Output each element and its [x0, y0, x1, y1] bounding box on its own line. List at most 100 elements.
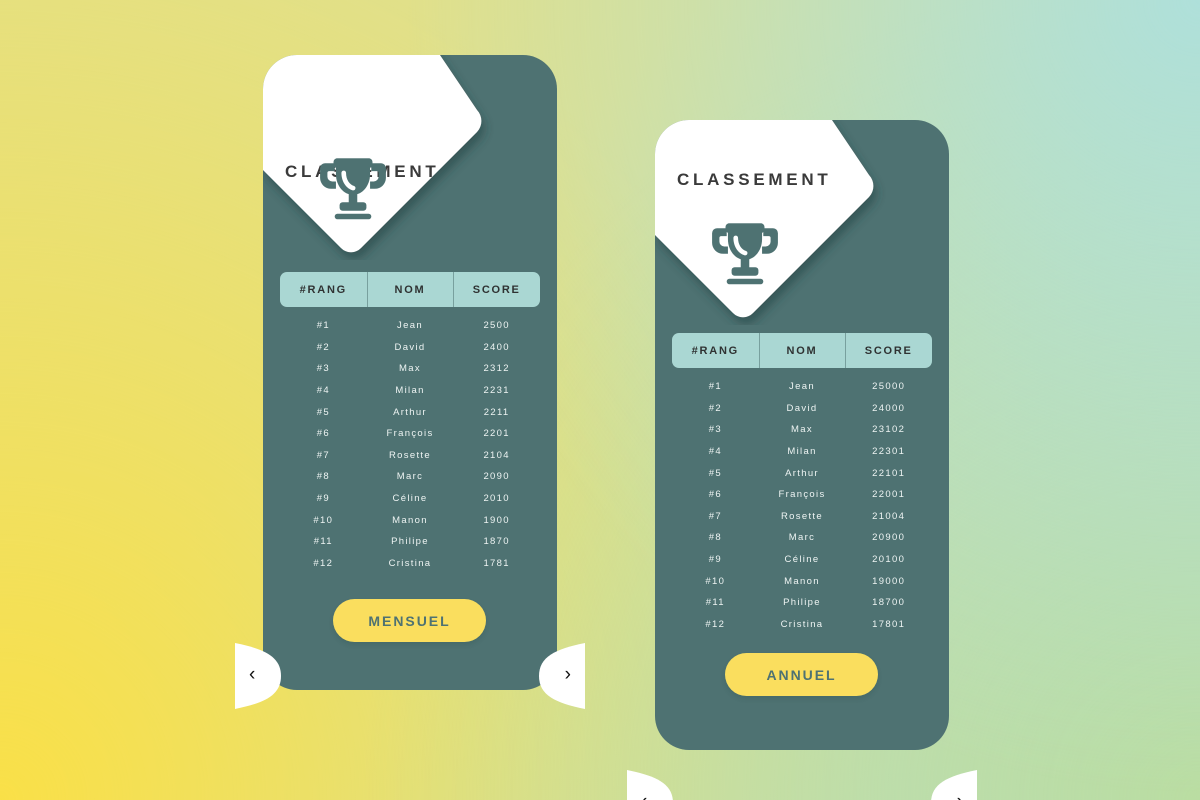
row-name: Max	[791, 424, 813, 436]
row-score: 25000	[872, 381, 906, 393]
table-row[interactable]: #8 Marc 2090	[280, 466, 540, 488]
table-row[interactable]: #4 Milan 2231	[280, 380, 540, 402]
row-rank: #5	[316, 406, 330, 418]
row-name: Arthur	[785, 467, 819, 479]
table-row[interactable]: #10 Manon 19000	[672, 570, 932, 592]
row-name: Manon	[392, 514, 428, 526]
row-score: 18700	[872, 597, 906, 609]
table-row[interactable]: #2 David 24000	[672, 398, 932, 420]
row-rank: #10	[313, 514, 334, 526]
period-toggle-button-annual[interactable]: ANNUEL	[725, 653, 878, 696]
trophy-icon	[706, 216, 784, 294]
nav-notch-shape-left	[235, 643, 281, 709]
row-rank: #2	[708, 402, 722, 414]
table-row[interactable]: #5 Arthur 2211	[280, 401, 540, 423]
row-score: 1870	[483, 536, 510, 548]
row-rank: #5	[708, 467, 722, 479]
period-toggle-button-monthly[interactable]: MENSUEL	[333, 599, 486, 642]
table-row[interactable]: #2 David 2400	[280, 337, 540, 359]
row-score: 21004	[872, 510, 906, 522]
row-score: 2231	[483, 385, 510, 397]
row-score: 2201	[483, 428, 510, 440]
row-name: Jean	[397, 320, 423, 332]
row-rank: #6	[708, 489, 722, 501]
row-name: Philipe	[783, 597, 821, 609]
nav-notch-shape-left	[627, 770, 673, 800]
row-name: François	[386, 428, 434, 440]
table-row[interactable]: #4 Milan 22301	[672, 441, 932, 463]
phone-screen-monthly: CLASSEMENT	[263, 55, 557, 690]
row-name: Rosette	[780, 510, 824, 522]
table-row[interactable]: #12 Cristina 17801	[672, 614, 932, 636]
header-card-monthly	[263, 55, 557, 260]
row-name: Cristina	[780, 618, 824, 630]
row-rank: #11	[705, 597, 725, 609]
table-body-annual: #1 Jean 25000 #2 David 24000 #3 Max 23102 #4 Milan…	[672, 376, 932, 635]
table-row[interactable]: #7 Rosette 2104	[280, 445, 540, 467]
nav-notch-shape-right	[539, 643, 585, 709]
table-row[interactable]: #3 Max 23102	[672, 419, 932, 441]
next-screen-button-annual[interactable]: ›	[921, 770, 977, 800]
table-row[interactable]: #9 Céline 2010	[280, 488, 540, 510]
row-name: David	[394, 341, 426, 353]
header-card-shape	[655, 120, 874, 318]
row-name: Rosette	[388, 449, 432, 461]
leaderboard-table-monthly: #RANG NOM SCORE #1 Jean 2500 #2 David 2400 #3 M…	[280, 272, 540, 574]
table-row[interactable]: #6 François 22001	[672, 484, 932, 506]
row-score: 2211	[483, 406, 510, 418]
table-row[interactable]: #12 Cristina 1781	[280, 553, 540, 575]
column-header-rank: #RANG	[691, 344, 739, 357]
row-score: 2090	[483, 471, 510, 483]
prev-screen-button-annual[interactable]: ‹	[627, 770, 683, 800]
next-screen-button-monthly[interactable]: ›	[529, 643, 585, 709]
table-row[interactable]: #5 Arthur 22101	[672, 462, 932, 484]
table-row[interactable]: #10 Manon 1900	[280, 509, 540, 531]
phone-mockup-annual: ‹ › CLASSEMENT	[627, 120, 977, 800]
row-score: 1781	[483, 557, 510, 569]
row-name: Milan	[395, 385, 425, 397]
row-name: Cristina	[388, 557, 432, 569]
table-row[interactable]: #11 Philipe 1870	[280, 531, 540, 553]
row-rank: #9	[708, 554, 722, 566]
row-score: 22101	[872, 467, 906, 479]
row-score: 2104	[483, 449, 510, 461]
row-score: 2010	[483, 493, 510, 505]
row-score: 2500	[483, 320, 510, 332]
row-name: Jean	[789, 381, 815, 393]
row-name: Marc	[396, 471, 424, 483]
column-header-score: SCORE	[845, 333, 932, 368]
page-title-annual: CLASSEMENT	[677, 170, 832, 189]
row-rank: #8	[316, 471, 330, 483]
phone-mockup-monthly: ‹ › CLASSEMENT	[235, 55, 585, 709]
table-header-row-annual: #RANG NOM SCORE	[672, 333, 932, 368]
row-score: 19000	[872, 575, 906, 587]
table-row[interactable]: #7 Rosette 21004	[672, 506, 932, 528]
table-row[interactable]: #6 François 2201	[280, 423, 540, 445]
row-rank: #2	[316, 341, 330, 353]
row-rank: #10	[705, 575, 726, 587]
app-canvas: ‹ › CLASSEMENT	[0, 0, 1200, 800]
row-score: 20100	[872, 554, 906, 566]
row-name: Céline	[392, 493, 428, 505]
column-header-name: NOM	[758, 333, 846, 368]
row-score: 2400	[483, 341, 510, 353]
table-row[interactable]: #3 Max 2312	[280, 358, 540, 380]
table-row[interactable]: #8 Marc 20900	[672, 527, 932, 549]
row-rank: #12	[313, 557, 334, 569]
header-card-annual	[655, 120, 949, 325]
row-rank: #7	[316, 449, 330, 461]
row-rank: #4	[708, 446, 722, 458]
table-row[interactable]: #9 Céline 20100	[672, 549, 932, 571]
column-header-score: SCORE	[453, 272, 540, 307]
trophy-icon-glyph	[712, 223, 778, 285]
prev-screen-button-monthly[interactable]: ‹	[235, 643, 291, 709]
leaderboard-table-annual: #RANG NOM SCORE #1 Jean 25000 #2 David 24000 #…	[672, 333, 932, 635]
table-row[interactable]: #11 Philipe 18700	[672, 592, 932, 614]
nav-notch-shape-right	[931, 770, 977, 800]
table-row[interactable]: #1 Jean 25000	[672, 376, 932, 398]
table-row[interactable]: #1 Jean 2500	[280, 315, 540, 337]
row-name: Marc	[788, 532, 816, 544]
row-rank: #4	[316, 385, 330, 397]
row-rank: #12	[705, 618, 726, 630]
row-name: Philipe	[391, 536, 429, 548]
